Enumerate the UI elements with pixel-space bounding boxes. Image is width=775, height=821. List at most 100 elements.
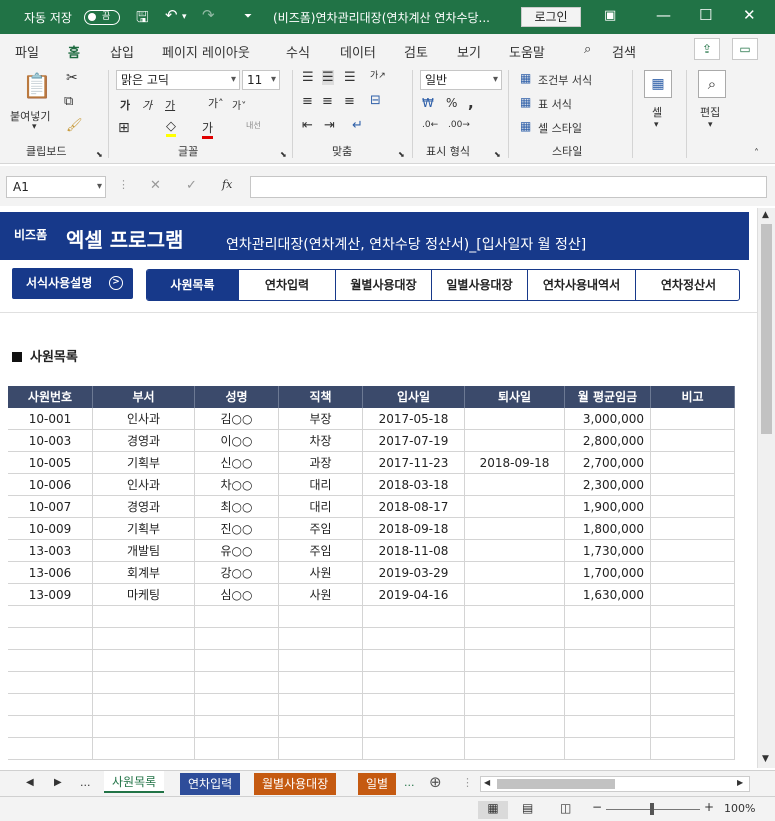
- cell-employee-id[interactable]: 10-006: [8, 474, 93, 496]
- cell-department[interactable]: [93, 694, 195, 716]
- cell-department[interactable]: 개발팀: [93, 540, 195, 562]
- cell-leave-date[interactable]: [465, 716, 565, 738]
- cell-name[interactable]: [195, 738, 279, 760]
- clipboard-launcher-icon[interactable]: ⬊: [96, 150, 103, 159]
- cell-hire-date[interactable]: [363, 716, 465, 738]
- cell-position[interactable]: [279, 650, 363, 672]
- nav-tab-employee-list[interactable]: 사원목록: [147, 270, 238, 300]
- cell-note[interactable]: [651, 716, 735, 738]
- phonetic-icon[interactable]: 내선: [246, 120, 261, 131]
- cell-note[interactable]: [651, 628, 735, 650]
- cell-name[interactable]: 심○○: [195, 584, 279, 606]
- scroll-down-icon[interactable]: ▼: [762, 754, 769, 764]
- cell-note[interactable]: [651, 518, 735, 540]
- sheet-tab[interactable]: 연차입력: [180, 773, 241, 795]
- cell-department[interactable]: [93, 650, 195, 672]
- table-row[interactable]: [8, 650, 735, 672]
- cell-leave-date[interactable]: [465, 628, 565, 650]
- redo-icon[interactable]: ↷: [202, 6, 215, 24]
- decrease-decimal-icon[interactable]: .00→: [448, 120, 470, 130]
- cell-employee-id[interactable]: 13-009: [8, 584, 93, 606]
- autosave-toggle[interactable]: 끔: [84, 10, 120, 25]
- cell-name[interactable]: [195, 650, 279, 672]
- cell-employee-id[interactable]: 10-001: [8, 408, 93, 430]
- cell-position[interactable]: 사원: [279, 562, 363, 584]
- cell-note[interactable]: [651, 496, 735, 518]
- page-break-view-icon[interactable]: ◫: [560, 801, 571, 815]
- accounting-format-icon[interactable]: ₩: [422, 96, 434, 110]
- header-name[interactable]: 성명: [195, 386, 279, 408]
- cell-note[interactable]: [651, 694, 735, 716]
- bold-icon[interactable]: 가: [120, 97, 130, 113]
- vertical-scrollbar[interactable]: ▲ ▼: [757, 208, 775, 768]
- cell-hire-date[interactable]: 2018-09-18: [363, 518, 465, 540]
- more-sheets-left[interactable]: ...: [80, 776, 91, 789]
- cell-leave-date[interactable]: [465, 430, 565, 452]
- guide-button[interactable]: 서식사용설명 >: [12, 268, 133, 299]
- cell-name[interactable]: 유○○: [195, 540, 279, 562]
- cell-department[interactable]: [93, 606, 195, 628]
- cell-department[interactable]: 경영과: [93, 430, 195, 452]
- cell-employee-id[interactable]: [8, 738, 93, 760]
- cell-note[interactable]: [651, 562, 735, 584]
- percent-icon[interactable]: %: [446, 96, 457, 110]
- cell-hire-date[interactable]: [363, 738, 465, 760]
- font-grow-icon[interactable]: 가˄: [208, 95, 224, 111]
- formula-input[interactable]: [250, 176, 767, 198]
- cell-department[interactable]: 경영과: [93, 496, 195, 518]
- cell-employee-id[interactable]: 10-009: [8, 518, 93, 540]
- cell-leave-date[interactable]: [465, 738, 565, 760]
- cell-leave-date[interactable]: [465, 496, 565, 518]
- cell-avg-wage[interactable]: 1,730,000: [565, 540, 651, 562]
- cell-styles-icon[interactable]: ▦: [520, 119, 531, 133]
- cell-avg-wage[interactable]: [565, 628, 651, 650]
- table-row[interactable]: [8, 694, 735, 716]
- cell-leave-date[interactable]: [465, 694, 565, 716]
- conditional-format-button[interactable]: 조건부 서식: [538, 72, 592, 88]
- cell-hire-date[interactable]: 2018-03-18: [363, 474, 465, 496]
- collapse-ribbon-icon[interactable]: ˄: [754, 148, 759, 159]
- align-bottom-icon[interactable]: ☰: [344, 70, 356, 85]
- cell-note[interactable]: [651, 738, 735, 760]
- cell-avg-wage[interactable]: [565, 716, 651, 738]
- increase-indent-icon[interactable]: ⇥: [324, 118, 335, 133]
- worksheet[interactable]: 비즈폼 엑셀 프로그램 연차관리대장(연차계산, 연차수당 정산서)_[입사일자…: [0, 208, 757, 768]
- zoom-slider-thumb[interactable]: [650, 803, 654, 815]
- format-as-table-button[interactable]: 표 서식: [538, 96, 572, 112]
- cell-avg-wage[interactable]: [565, 650, 651, 672]
- cell-leave-date[interactable]: [465, 606, 565, 628]
- sheet-tab[interactable]: 일별: [358, 773, 397, 795]
- cell-leave-date[interactable]: [465, 672, 565, 694]
- cell-employee-id[interactable]: [8, 606, 93, 628]
- header-note[interactable]: 비고: [651, 386, 735, 408]
- table-format-icon[interactable]: ▦: [520, 95, 531, 109]
- cell-position[interactable]: 대리: [279, 474, 363, 496]
- table-row[interactable]: 10-007 경영과 최○○ 대리 2018-08-17 1,900,000: [8, 496, 735, 518]
- cell-hire-date[interactable]: [363, 694, 465, 716]
- editing-icon[interactable]: ⌕: [698, 70, 726, 98]
- name-box[interactable]: A1: [6, 176, 106, 198]
- cell-leave-date[interactable]: [465, 474, 565, 496]
- cell-department[interactable]: [93, 738, 195, 760]
- align-top-icon[interactable]: ☰: [302, 70, 314, 85]
- save-icon[interactable]: 🖫: [136, 7, 149, 32]
- header-position[interactable]: 직책: [279, 386, 363, 408]
- cell-employee-id[interactable]: 10-007: [8, 496, 93, 518]
- page-layout-view-icon[interactable]: ▤: [522, 801, 533, 815]
- sheet-tab[interactable]: 사원목록: [104, 771, 165, 793]
- cell-avg-wage[interactable]: 3,000,000: [565, 408, 651, 430]
- header-employee-id[interactable]: 사원번호: [8, 386, 93, 408]
- fill-color-icon[interactable]: ◇: [166, 119, 176, 137]
- horizontal-scroll-thumb[interactable]: [497, 779, 615, 789]
- paste-dropdown-icon[interactable]: ▾: [32, 122, 37, 132]
- scroll-up-icon[interactable]: ▲: [762, 210, 769, 220]
- enter-icon[interactable]: ✓: [186, 178, 197, 193]
- cell-avg-wage[interactable]: [565, 606, 651, 628]
- cell-position[interactable]: 대리: [279, 496, 363, 518]
- header-leave-date[interactable]: 퇴사일: [465, 386, 565, 408]
- align-right-icon[interactable]: ≡: [344, 94, 355, 109]
- minimize-icon[interactable]: —: [656, 6, 671, 24]
- cell-position[interactable]: [279, 738, 363, 760]
- table-row[interactable]: [8, 606, 735, 628]
- number-format-select[interactable]: 일반: [420, 70, 502, 90]
